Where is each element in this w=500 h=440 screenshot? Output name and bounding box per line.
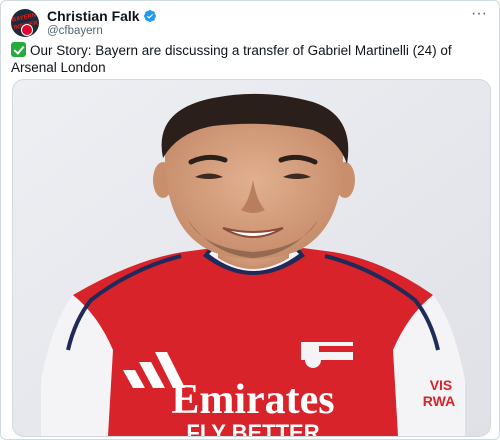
more-options-icon[interactable]: ··· xyxy=(471,6,487,22)
avatar[interactable]: BAYERN INSIDER xyxy=(11,9,39,37)
author-name[interactable]: Christian Falk xyxy=(47,9,140,23)
kit-sponsor-line1: Emirates xyxy=(171,377,334,423)
verified-badge-icon xyxy=(143,10,156,22)
tweet-card[interactable]: BAYERN INSIDER Christian Falk @cfbayern … xyxy=(0,0,500,440)
tweet-image[interactable]: Emirates FLY BETTER VIS RWA xyxy=(12,79,491,437)
check-mark-button-icon xyxy=(11,42,26,57)
tweet-text: Our Story: Bayern are discussing a trans… xyxy=(11,42,491,76)
tweet-body: Our Story: Bayern are discussing a trans… xyxy=(11,43,452,75)
tweet-header: BAYERN INSIDER Christian Falk @cfbayern … xyxy=(11,6,489,38)
sleeve-text-line2: RWA xyxy=(423,393,455,409)
author-handle[interactable]: @cfbayern xyxy=(47,24,103,38)
bayern-badge-icon xyxy=(21,24,33,36)
kit-sponsor-line2: FLY BETTER xyxy=(186,420,319,436)
sleeve-text-line1: VIS xyxy=(430,377,453,393)
player-photo: Emirates FLY BETTER VIS RWA xyxy=(13,80,490,436)
